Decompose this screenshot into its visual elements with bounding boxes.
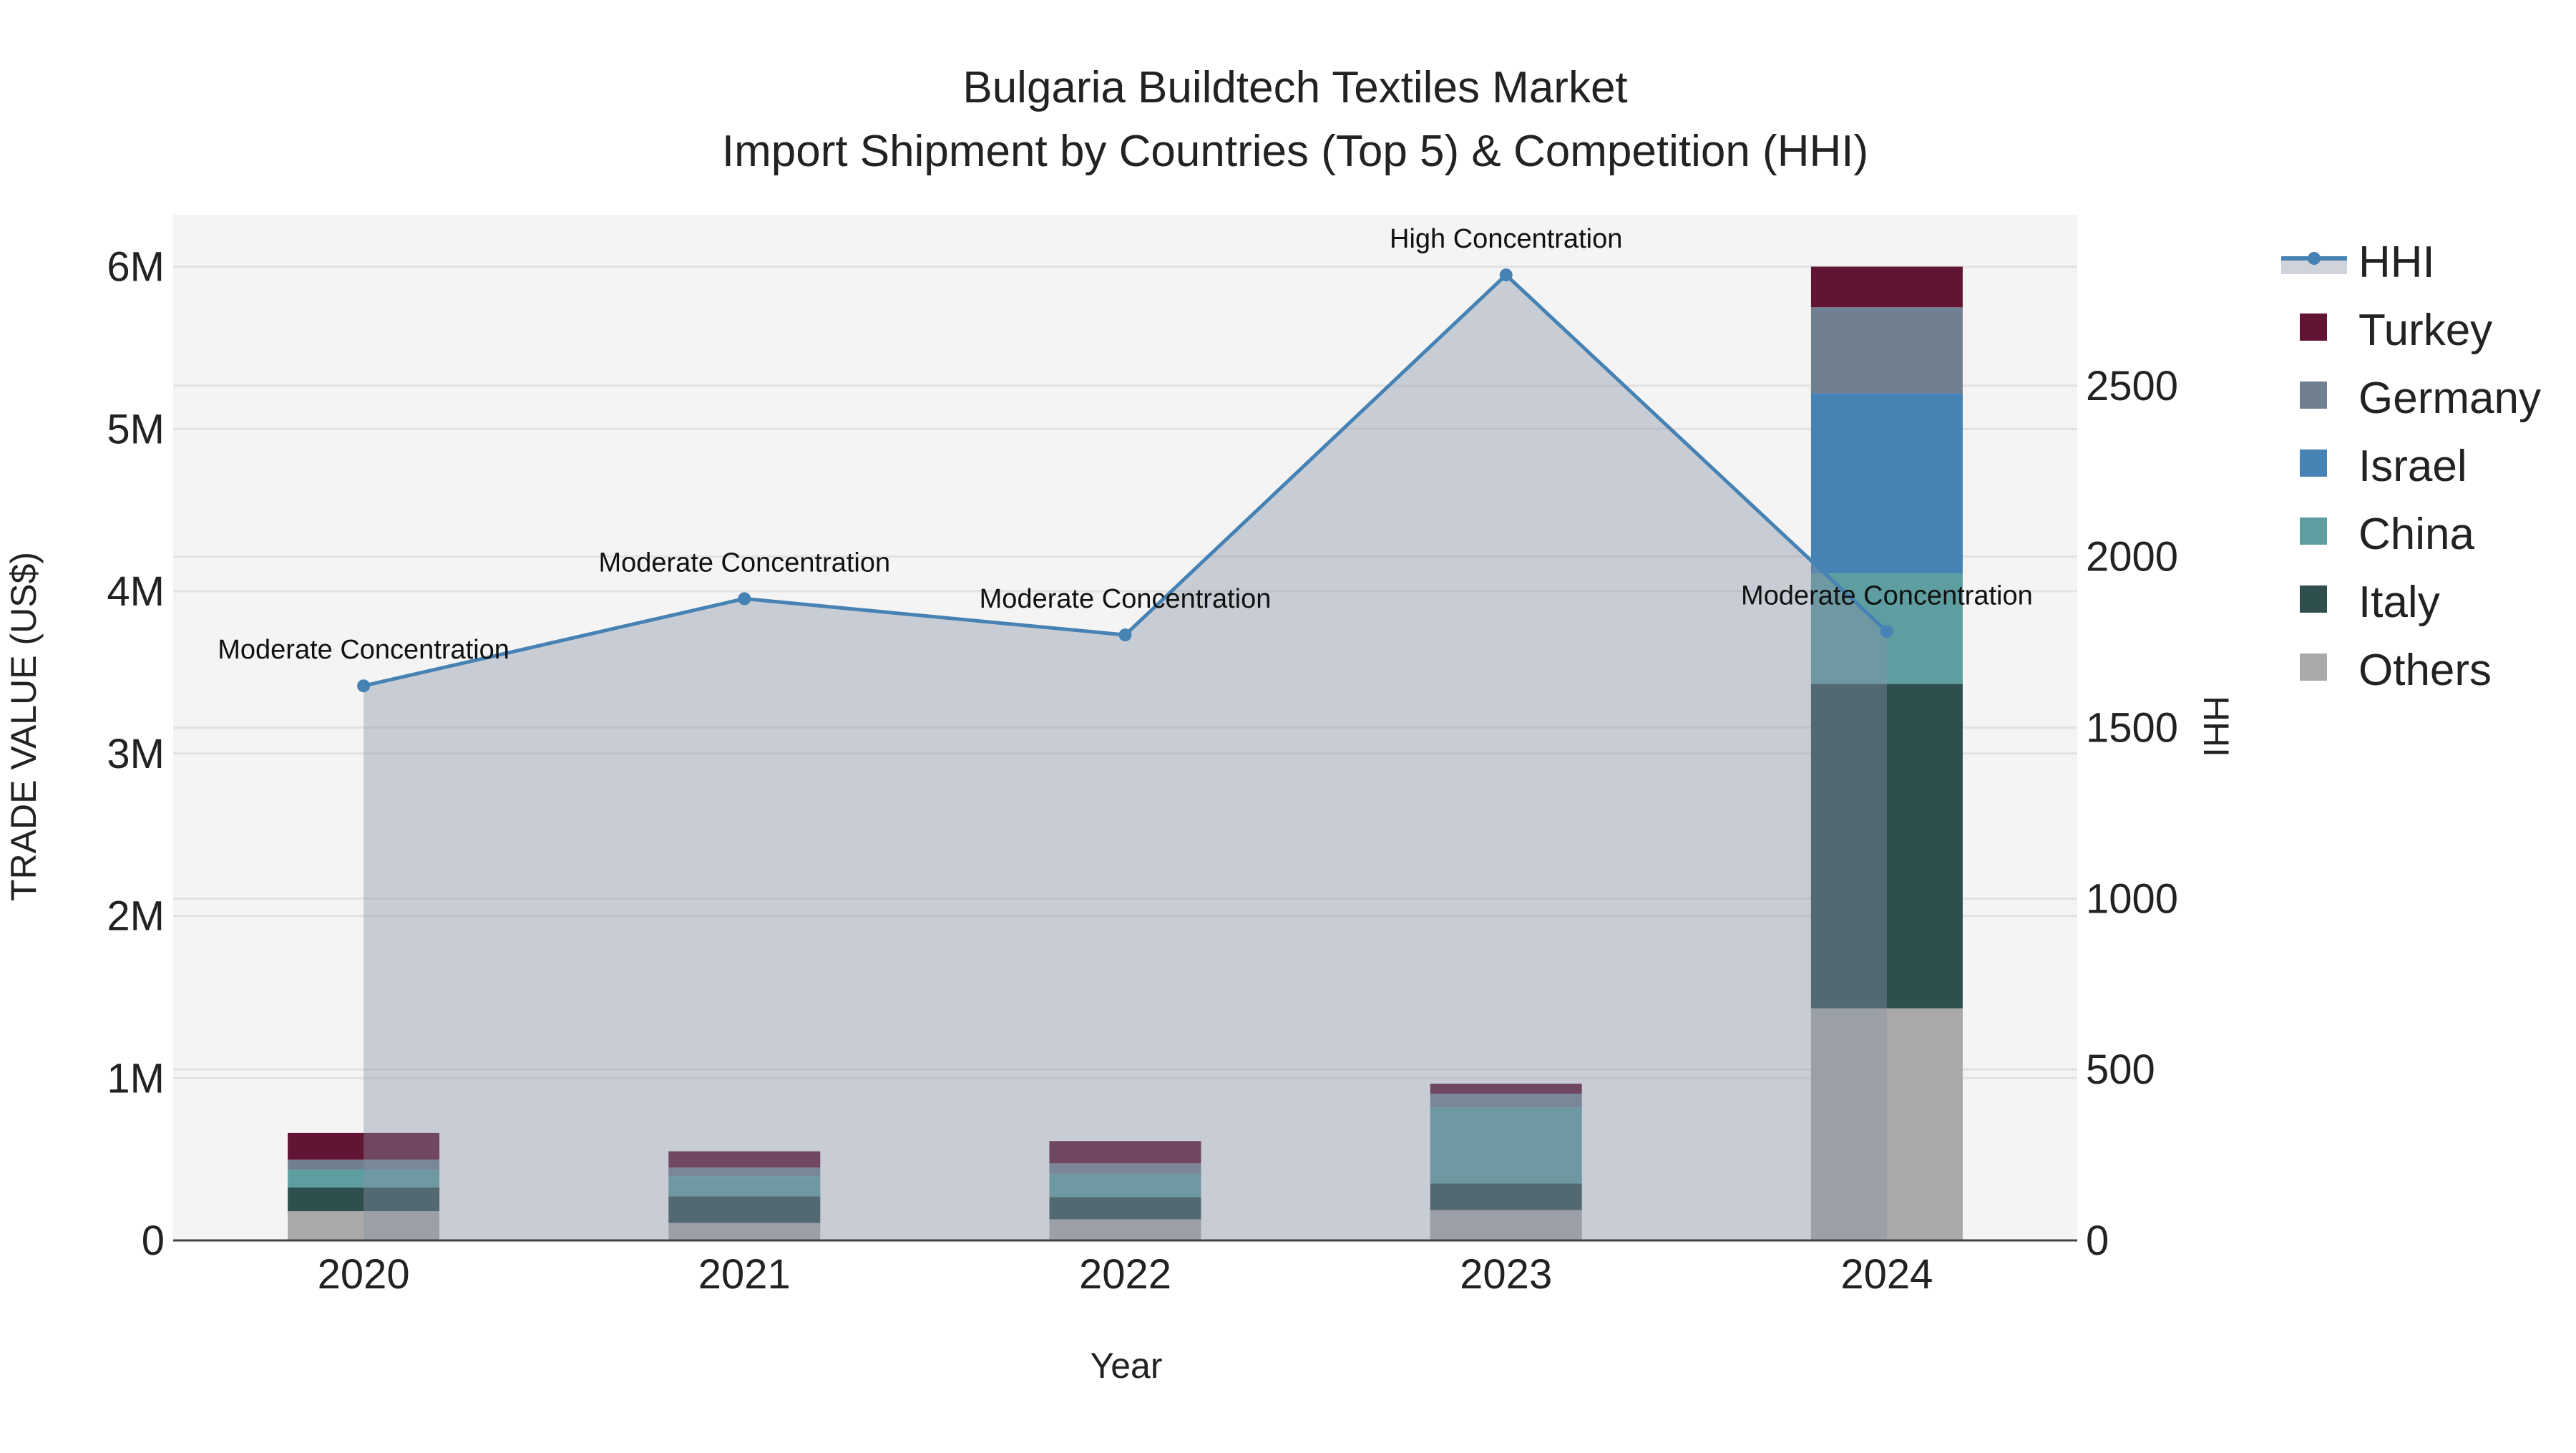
y2-axis-title: HHI — [2196, 696, 2236, 757]
legend: HHI Turkey Germany Israel China Italy Others — [2281, 238, 2541, 695]
x-tick-label: 2020 — [318, 1251, 410, 1298]
legend-swatch — [2300, 585, 2327, 613]
y2-tick-label: 500 — [2086, 1046, 2155, 1093]
hhi-point-2020 — [357, 679, 371, 693]
y2-tick-label: 2000 — [2086, 534, 2178, 580]
y-tick-label: 1M — [107, 1055, 165, 1102]
y-tick-label: 6M — [107, 244, 165, 291]
y-tick-label: 2M — [107, 893, 165, 940]
chart: Moderate Concentration Moderate Concentra… — [4, 63, 2541, 1386]
legend-label: China — [2358, 510, 2475, 559]
y-tick-label: 4M — [107, 568, 165, 615]
hhi-point-2022 — [1118, 628, 1132, 642]
hhi-annotation: Moderate Concentration — [1741, 580, 2033, 611]
bar-turkey-2024 — [1810, 266, 1963, 308]
hhi-annotation: Moderate Concentration — [598, 548, 890, 578]
hhi-point-2021 — [738, 592, 751, 606]
legend-item-china[interactable]: China — [2300, 510, 2475, 559]
hhi-point-2023 — [1499, 268, 1513, 282]
legend-item-turkey[interactable]: Turkey — [2300, 306, 2492, 355]
legend-label: Turkey — [2358, 306, 2492, 355]
bar-germany-2024 — [1810, 307, 1963, 394]
legend-swatch — [2300, 449, 2327, 477]
legend-label: Israel — [2358, 442, 2467, 491]
x-axis-title: Year — [1090, 1346, 1162, 1386]
bar-israel-2024 — [1810, 393, 1963, 574]
x-tick-label: 2021 — [698, 1251, 791, 1298]
x-tick-label: 2023 — [1460, 1251, 1552, 1298]
legend-item-hhi[interactable]: HHI — [2281, 238, 2435, 287]
legend-swatch — [2300, 382, 2327, 409]
chart-subtitle: Import Shipment by Countries (Top 5) & C… — [722, 127, 1868, 176]
hhi-annotation: Moderate Concentration — [218, 635, 509, 665]
legend-item-others[interactable]: Others — [2300, 646, 2492, 695]
legend-label: Others — [2358, 646, 2492, 695]
x-tick-label: 2024 — [1840, 1251, 1933, 1298]
hhi-point-2024 — [1880, 625, 1893, 638]
legend-hhi-marker — [2308, 252, 2321, 265]
legend-swatch — [2300, 653, 2327, 681]
hhi-annotation: High Concentration — [1390, 224, 1622, 254]
y-tick-label: 0 — [142, 1218, 165, 1264]
hhi-annotation: Moderate Concentration — [980, 584, 1272, 614]
y-tick-label: 3M — [107, 731, 165, 777]
y-axis-title: TRADE VALUE (US$) — [4, 552, 44, 901]
legend-swatch — [2300, 517, 2327, 545]
legend-label: Germany — [2358, 374, 2541, 423]
y2-tick-label: 0 — [2086, 1218, 2109, 1264]
chart-title: Bulgaria Buildtech Textiles Market — [962, 63, 1627, 112]
y-tick-label: 5M — [107, 406, 165, 452]
y2-tick-label: 1500 — [2086, 705, 2178, 752]
legend-item-germany[interactable]: Germany — [2300, 374, 2541, 423]
x-tick-label: 2022 — [1079, 1251, 1171, 1298]
legend-label: HHI — [2358, 238, 2435, 287]
legend-item-israel[interactable]: Israel — [2300, 442, 2467, 491]
legend-swatch — [2300, 314, 2327, 341]
legend-item-italy[interactable]: Italy — [2300, 578, 2440, 627]
legend-label: Italy — [2358, 578, 2440, 627]
y2-tick-label: 1000 — [2086, 875, 2178, 922]
y2-tick-label: 2500 — [2086, 363, 2178, 409]
